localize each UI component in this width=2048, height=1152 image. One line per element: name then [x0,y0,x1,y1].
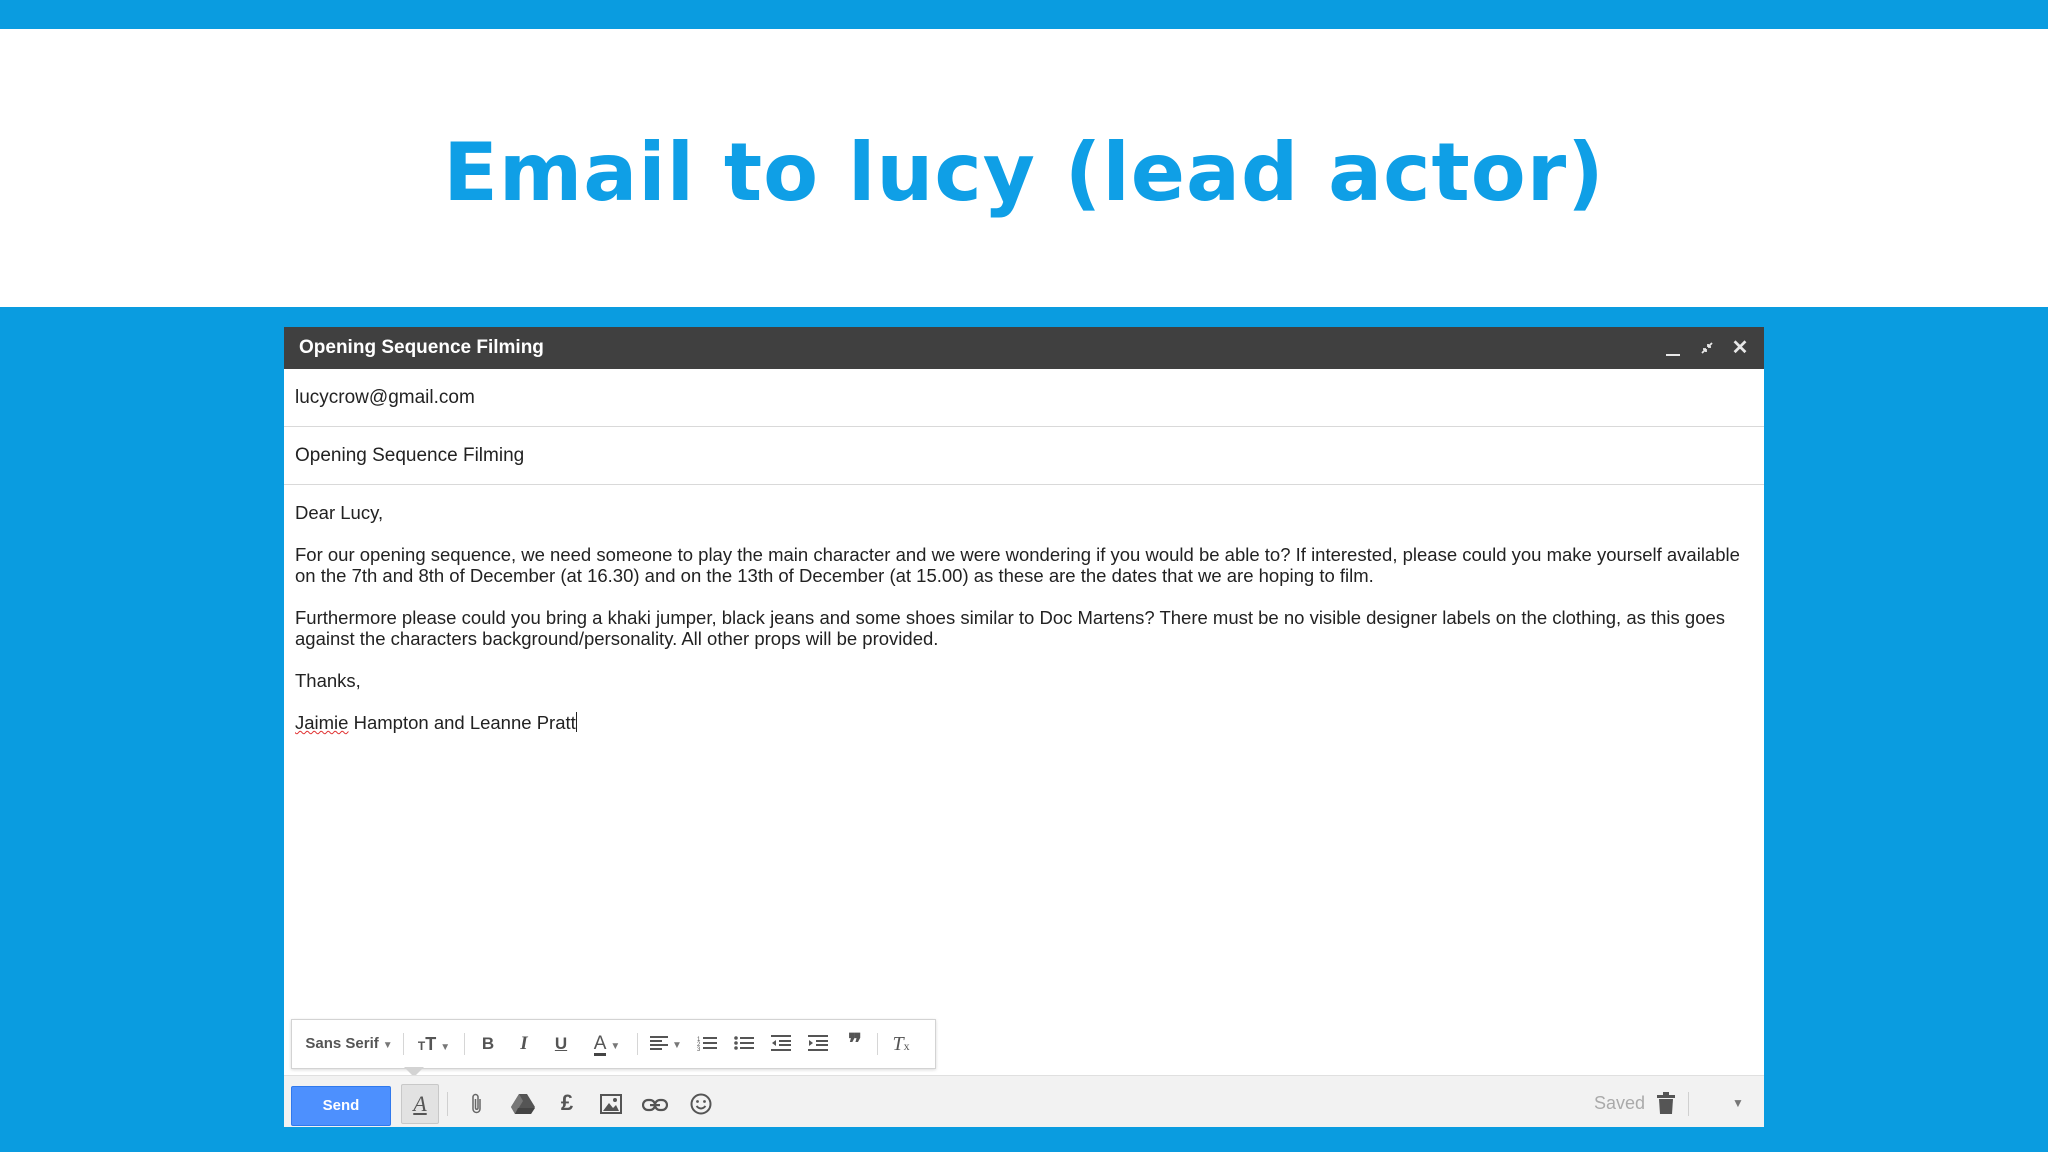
message-body[interactable]: Dear Lucy, For our opening sequence, we … [295,502,1750,754]
align-icon[interactable]: ▼ [646,1020,686,1068]
bottom-divider [1688,1092,1689,1116]
font-family-value: Sans Serif [305,1035,379,1052]
drive-icon[interactable] [505,1084,541,1122]
link-icon[interactable] [637,1084,673,1122]
more-options-icon[interactable]: ▼ [1732,1084,1744,1122]
toolbar-divider [637,1033,638,1055]
bottom-divider [447,1092,448,1116]
body-greeting: Dear Lucy, [295,502,384,523]
body-paragraph-2: Furthermore please could you bring a kha… [295,607,1726,649]
text-size-icon[interactable]: TT ▼ [412,1020,456,1068]
compose-bottom-bar: Send A £ Saved ▼ [284,1075,1764,1127]
photo-icon[interactable] [593,1084,629,1122]
compose-header: Opening Sequence Filming ✕ [284,327,1764,369]
italic-icon[interactable]: I [510,1020,538,1068]
indent-less-icon[interactable] [766,1020,796,1068]
to-recipient[interactable]: lucycrow@gmail.com [295,369,475,426]
indent-more-icon[interactable] [803,1020,833,1068]
minimize-icon[interactable] [1660,327,1686,369]
top-accent-strip [0,0,2048,29]
close-icon[interactable]: ✕ [1727,327,1753,369]
slide-title: Email to lucy (lead actor) [443,126,1605,219]
toolbar-divider [464,1033,465,1055]
saved-status: Saved [1594,1093,1646,1113]
body-paragraph-1: For our opening sequence, we need someon… [295,544,1740,586]
remove-formatting-icon[interactable]: Tx [884,1020,918,1068]
signature-first-name: Jaimie [295,712,349,733]
numbered-list-icon[interactable]: 123 [692,1020,722,1068]
send-button[interactable]: Send [291,1086,391,1126]
quote-icon[interactable]: ❞ [840,1020,870,1068]
to-field[interactable]: lucycrow@gmail.com [284,369,1764,427]
attach-icon[interactable] [459,1084,495,1122]
emoji-icon[interactable] [683,1084,719,1122]
signature-rest: Hampton and Leanne Pratt [348,712,576,733]
text-color-icon[interactable]: A ▼ [585,1020,629,1068]
bulleted-list-icon[interactable] [729,1020,759,1068]
body-signature: Jaimie Hampton and Leanne Pratt [295,712,1750,733]
money-icon[interactable]: £ [549,1084,585,1122]
subject-value[interactable]: Opening Sequence Filming [295,427,524,484]
toolbar-divider [877,1033,878,1055]
toolbar-divider [403,1033,404,1055]
subject-field[interactable]: Opening Sequence Filming [284,427,1764,485]
formatting-options-icon[interactable]: A [401,1084,439,1124]
text-cursor [575,712,577,732]
trash-icon[interactable] [1657,1084,1675,1122]
svg-text:3: 3 [697,1047,701,1051]
font-family-select[interactable]: Sans Serif ▼ [304,1020,394,1068]
compose-title: Opening Sequence Filming [299,337,544,358]
formatting-toolbar: Sans Serif ▼ TT ▼ B I U A ▼ ▼ 123 ❞ Tx [291,1019,936,1069]
compose-window: Opening Sequence Filming ✕ lucycrow@gmai… [284,327,1764,1127]
popout-icon[interactable] [1694,327,1720,369]
underline-icon[interactable]: U [547,1020,575,1068]
body-closing: Thanks, [295,670,361,691]
bold-icon[interactable]: B [474,1020,502,1068]
